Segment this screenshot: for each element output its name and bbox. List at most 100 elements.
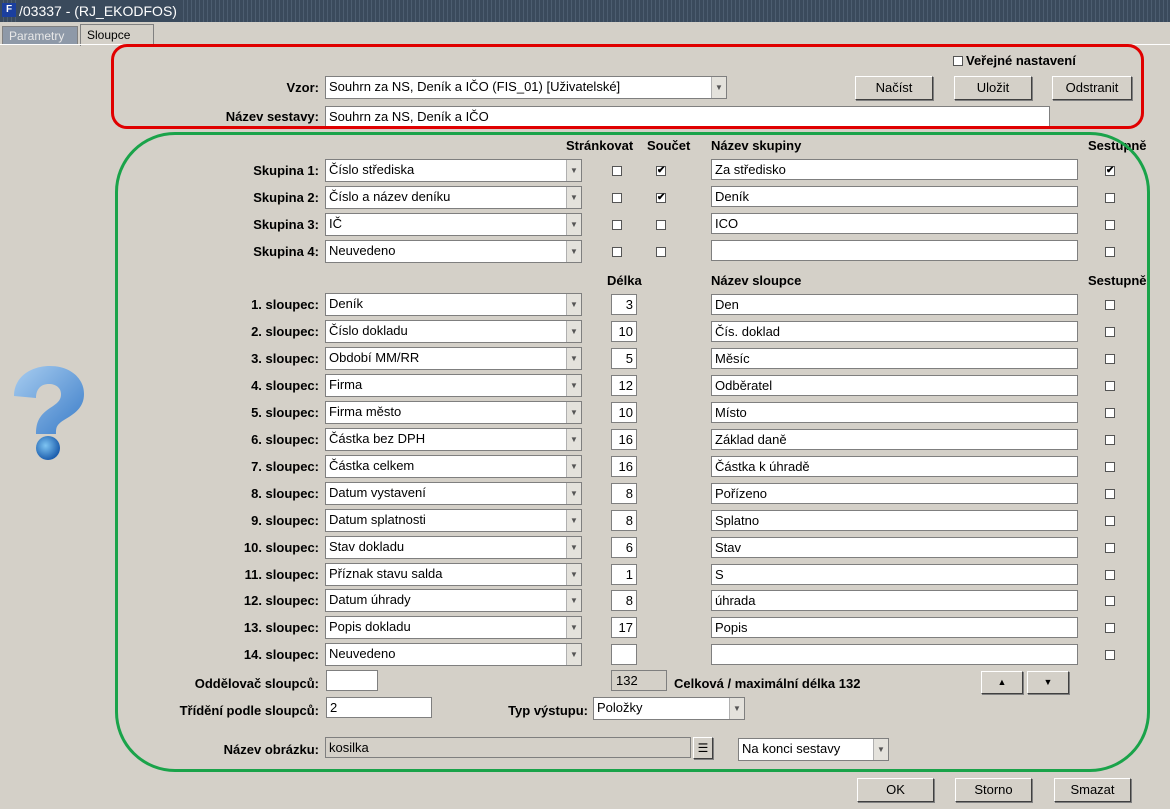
column-select[interactable]: Období MM/RR ▼ <box>325 347 582 370</box>
chevron-down-icon[interactable]: ▼ <box>566 590 581 611</box>
column-length-input[interactable]: 8 <box>611 483 637 504</box>
chevron-down-icon[interactable]: ▼ <box>566 321 581 342</box>
cancel-button[interactable]: Storno <box>955 778 1032 802</box>
chevron-down-icon[interactable]: ▼ <box>566 375 581 396</box>
chevron-down-icon[interactable]: ▼ <box>566 348 581 369</box>
chevron-down-icon[interactable]: ▼ <box>566 402 581 423</box>
column-desc-checkbox[interactable] <box>1105 462 1115 472</box>
image-position-select[interactable]: Na konci sestavy ▼ <box>738 738 889 761</box>
chevron-down-icon[interactable]: ▼ <box>873 739 888 760</box>
column-select[interactable]: Neuvedeno ▼ <box>325 643 582 666</box>
column-length-input[interactable]: 8 <box>611 510 637 531</box>
column-name-input[interactable]: Stav <box>711 537 1078 558</box>
column-length-input[interactable] <box>611 644 637 665</box>
chevron-down-icon[interactable]: ▼ <box>566 160 581 181</box>
sum-checkbox[interactable] <box>656 247 666 257</box>
column-select[interactable]: Příznak stavu salda ▼ <box>325 563 582 586</box>
list-icon[interactable]: ☰ <box>693 737 713 759</box>
ok-button[interactable]: OK <box>857 778 934 802</box>
column-select[interactable]: Částka bez DPH ▼ <box>325 428 582 451</box>
chevron-down-icon[interactable]: ▼ <box>566 510 581 531</box>
remove-button[interactable]: Odstranit <box>1052 76 1132 100</box>
group-name-input[interactable] <box>711 240 1078 261</box>
sum-checkbox[interactable]: ✔ <box>656 193 666 203</box>
column-length-input[interactable]: 3 <box>611 294 637 315</box>
chevron-down-icon[interactable]: ▼ <box>729 698 744 719</box>
chevron-down-icon[interactable]: ▼ <box>566 294 581 315</box>
chevron-down-icon[interactable]: ▼ <box>711 77 726 98</box>
group-name-input[interactable]: Za středisko <box>711 159 1078 180</box>
group-desc-checkbox[interactable]: ✔ <box>1105 166 1115 176</box>
column-desc-checkbox[interactable] <box>1105 354 1115 364</box>
column-desc-checkbox[interactable] <box>1105 327 1115 337</box>
column-length-input[interactable]: 12 <box>611 375 637 396</box>
column-desc-checkbox[interactable] <box>1105 300 1115 310</box>
column-desc-checkbox[interactable] <box>1105 543 1115 553</box>
column-name-input[interactable]: Den <box>711 294 1078 315</box>
column-name-input[interactable] <box>711 644 1078 665</box>
column-length-input[interactable]: 5 <box>611 348 637 369</box>
column-desc-checkbox[interactable] <box>1105 570 1115 580</box>
page-checkbox[interactable] <box>612 193 622 203</box>
page-checkbox[interactable] <box>612 166 622 176</box>
group-select[interactable]: Číslo a název deníku ▼ <box>325 186 582 209</box>
public-settings-checkbox[interactable] <box>953 56 963 66</box>
column-select[interactable]: Deník ▼ <box>325 293 582 316</box>
group-select[interactable]: IČ ▼ <box>325 213 582 236</box>
column-name-input[interactable]: Popis <box>711 617 1078 638</box>
save-button[interactable]: Uložit <box>954 76 1032 100</box>
separator-input[interactable] <box>326 670 378 691</box>
column-select[interactable]: Popis dokladu ▼ <box>325 616 582 639</box>
column-name-input[interactable]: Měsíc <box>711 348 1078 369</box>
column-select[interactable]: Firma město ▼ <box>325 401 582 424</box>
chevron-down-icon[interactable]: ▼ <box>566 537 581 558</box>
group-desc-checkbox[interactable] <box>1105 193 1115 203</box>
column-select[interactable]: Stav dokladu ▼ <box>325 536 582 559</box>
column-length-input[interactable]: 16 <box>611 456 637 477</box>
column-name-input[interactable]: Částka k úhradě <box>711 456 1078 477</box>
load-button[interactable]: Načíst <box>855 76 933 100</box>
vzor-select[interactable]: Souhrn za NS, Deník a IČO (FIS_01) [Uživ… <box>325 76 727 99</box>
column-select[interactable]: Číslo dokladu ▼ <box>325 320 582 343</box>
report-name-input[interactable]: Souhrn za NS, Deník a IČO <box>325 106 1050 127</box>
column-desc-checkbox[interactable] <box>1105 489 1115 499</box>
column-desc-checkbox[interactable] <box>1105 623 1115 633</box>
column-name-input[interactable]: Pořízeno <box>711 483 1078 504</box>
chevron-down-icon[interactable]: ▼ <box>566 483 581 504</box>
column-name-input[interactable]: Místo <box>711 402 1078 423</box>
chevron-down-icon[interactable]: ▼ <box>566 214 581 235</box>
chevron-down-icon[interactable]: ▼ <box>566 456 581 477</box>
chevron-down-icon[interactable]: ▼ <box>566 564 581 585</box>
sum-checkbox[interactable]: ✔ <box>656 166 666 176</box>
group-name-input[interactable]: ICO <box>711 213 1078 234</box>
tab-parametry[interactable]: Parametry <box>2 26 78 45</box>
page-checkbox[interactable] <box>612 247 622 257</box>
column-desc-checkbox[interactable] <box>1105 650 1115 660</box>
group-select[interactable]: Neuvedeno ▼ <box>325 240 582 263</box>
chevron-down-icon[interactable]: ▼ <box>566 429 581 450</box>
column-desc-checkbox[interactable] <box>1105 381 1115 391</box>
column-name-input[interactable]: Odběratel <box>711 375 1078 396</box>
delete-button[interactable]: Smazat <box>1054 778 1131 802</box>
column-length-input[interactable]: 16 <box>611 429 637 450</box>
column-length-input[interactable]: 10 <box>611 321 637 342</box>
column-desc-checkbox[interactable] <box>1105 596 1115 606</box>
chevron-down-icon[interactable]: ▼ <box>566 644 581 665</box>
group-desc-checkbox[interactable] <box>1105 220 1115 230</box>
sum-checkbox[interactable] <box>656 220 666 230</box>
tab-sloupce[interactable]: Sloupce <box>80 24 154 46</box>
column-select[interactable]: Částka celkem ▼ <box>325 455 582 478</box>
column-length-input[interactable]: 17 <box>611 617 637 638</box>
column-name-input[interactable]: S <box>711 564 1078 585</box>
page-checkbox[interactable] <box>612 220 622 230</box>
chevron-down-icon[interactable]: ▼ <box>566 241 581 262</box>
column-name-input[interactable]: úhrada <box>711 590 1078 611</box>
group-select[interactable]: Číslo střediska ▼ <box>325 159 582 182</box>
move-down-button[interactable]: ▼ <box>1027 671 1069 694</box>
column-length-input[interactable]: 10 <box>611 402 637 423</box>
column-length-input[interactable]: 8 <box>611 590 637 611</box>
column-select[interactable]: Firma ▼ <box>325 374 582 397</box>
column-name-input[interactable]: Splatno <box>711 510 1078 531</box>
column-desc-checkbox[interactable] <box>1105 408 1115 418</box>
column-desc-checkbox[interactable] <box>1105 435 1115 445</box>
